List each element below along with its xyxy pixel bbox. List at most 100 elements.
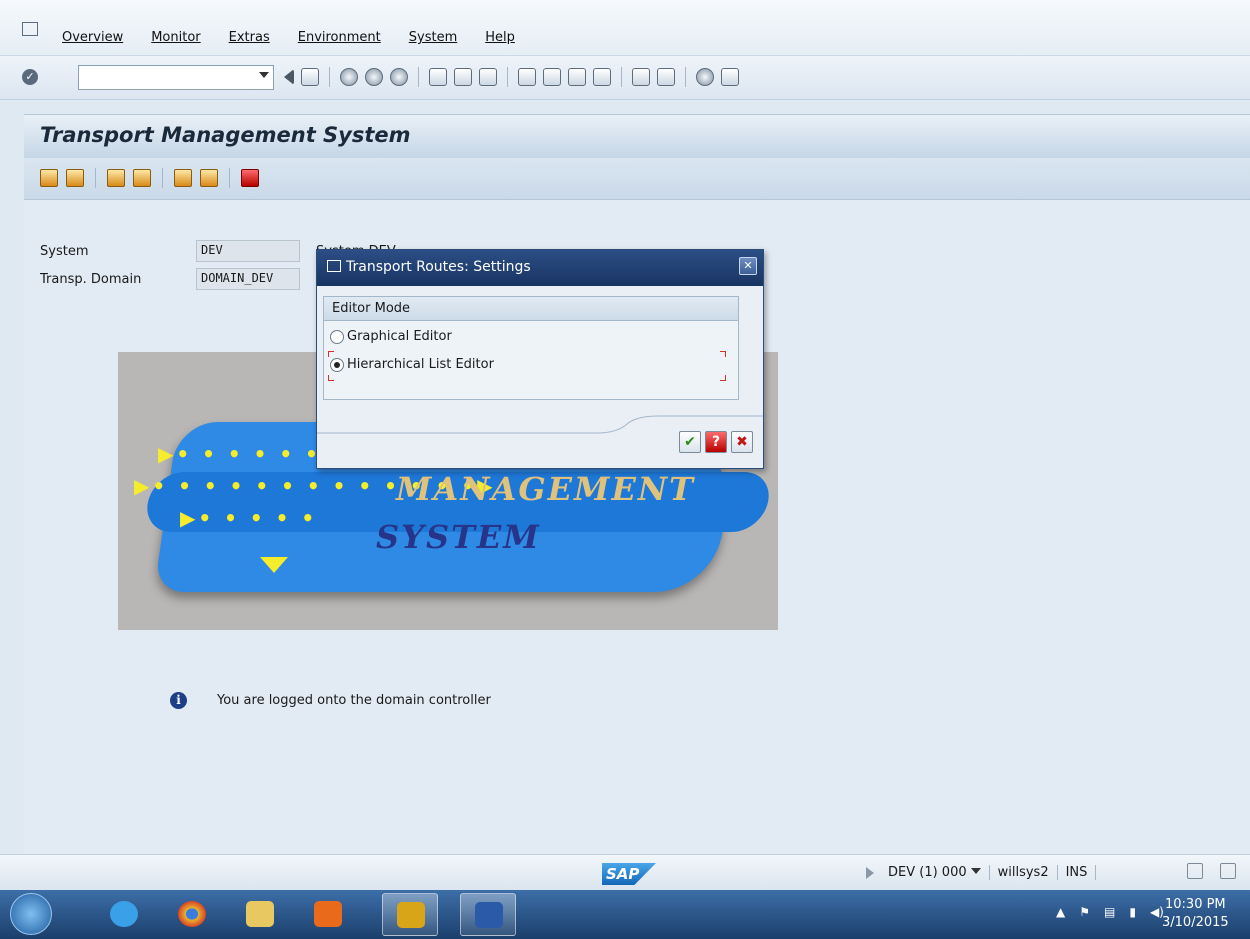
folder-icon [246, 901, 274, 927]
menu-monitor[interactable]: Monitor [151, 30, 200, 45]
logo-word-management: MANAGEMENT [396, 470, 695, 508]
taskbar-internet-explorer[interactable] [96, 893, 152, 936]
find-next-icon[interactable] [479, 68, 497, 86]
logo-down-arrow [260, 557, 288, 573]
taskbar-word[interactable] [460, 893, 516, 936]
system-info: DEV (1) 000 willsys2 INS [866, 865, 1097, 880]
editor-mode-title: Editor Mode [324, 297, 738, 321]
logo-word-system: SYSTEM [376, 518, 541, 556]
transport-routes-icon[interactable] [133, 169, 151, 187]
clock-date: 3/10/2015 [1162, 915, 1229, 930]
toolbar-separator [418, 67, 419, 87]
radio-button-selected[interactable] [330, 357, 344, 372]
help-icon[interactable] [696, 68, 714, 86]
editor-mode-group: Editor Mode Graphical Editor Hierarchica… [323, 296, 739, 400]
confirm-button[interactable]: ✔ [679, 431, 701, 453]
back-triangle-icon[interactable] [284, 69, 294, 85]
first-page-icon[interactable] [518, 68, 536, 86]
toolbar-separator [95, 168, 96, 188]
menu-bar: Overview Monitor Extras Environment Syst… [0, 0, 1250, 56]
title-bar: Transport Management System [24, 114, 1250, 158]
status-bar: SAP DEV (1) 000 willsys2 INS [0, 854, 1250, 890]
menu-system[interactable]: System [409, 30, 457, 45]
chevron-down-icon[interactable] [970, 868, 981, 874]
system-overview-icon[interactable] [107, 169, 125, 187]
action-center-icon[interactable]: ⚑ [1079, 905, 1090, 919]
menu-extras[interactable]: Extras [229, 30, 270, 45]
menu-overview[interactable]: Overview [62, 30, 123, 45]
focus-corner [720, 375, 726, 381]
menu-help[interactable]: Help [485, 30, 515, 45]
signal-icon[interactable]: ▮ [1129, 905, 1136, 919]
system-client[interactable]: DEV (1) 000 [880, 865, 990, 880]
enter-icon[interactable]: ✓ [22, 69, 38, 85]
dialog-header: Transport Routes: Settings ✕ [317, 250, 763, 286]
lock-icon[interactable] [1220, 863, 1236, 879]
toolbar-separator [685, 67, 686, 87]
show-hidden-icons-icon[interactable]: ▲ [1056, 905, 1065, 919]
word-icon [475, 902, 503, 928]
command-input[interactable] [79, 66, 249, 89]
radio-hierarchical-label: Hierarchical List Editor [347, 357, 494, 372]
toolbar-separator [507, 67, 508, 87]
radio-graphical-editor[interactable]: Graphical Editor [330, 329, 452, 344]
import-overview-icon[interactable] [66, 169, 84, 187]
print-icon[interactable] [429, 68, 447, 86]
application-toolbar-icons [40, 168, 259, 188]
media-player-icon [314, 901, 342, 927]
application-toolbar [24, 158, 1250, 200]
taskbar-chrome[interactable] [164, 893, 220, 936]
logo-arrow-dots: ▶• • • • • [180, 506, 318, 530]
start-button[interactable] [10, 893, 52, 935]
domain-label: Transp. Domain [40, 272, 142, 287]
sap-logon-icon [397, 902, 425, 928]
qa-worklist-icon[interactable] [200, 169, 218, 187]
toolbar-separator [162, 168, 163, 188]
info-icon: i [170, 692, 187, 709]
save-icon[interactable] [301, 68, 319, 86]
performance-icon[interactable] [1187, 863, 1203, 879]
radio-button[interactable] [330, 329, 344, 344]
expand-status-icon[interactable] [866, 866, 874, 879]
page-title: Transport Management System [40, 123, 411, 147]
dialog-close-button[interactable]: ✕ [739, 257, 757, 275]
radio-hierarchical-list-editor[interactable]: Hierarchical List Editor [330, 357, 494, 372]
standard-toolbar: ✓ [0, 56, 1250, 100]
internet-explorer-icon [110, 901, 138, 927]
menu-environment[interactable]: Environment [298, 30, 381, 45]
new-session-icon[interactable] [632, 68, 650, 86]
cancel-button[interactable]: ✖ [731, 431, 753, 453]
sap-logo: SAP [602, 863, 656, 885]
layout-menu-icon[interactable] [721, 68, 739, 86]
taskbar-media-player[interactable] [300, 893, 356, 936]
transport-routes-settings-dialog: Transport Routes: Settings ✕ Editor Mode… [316, 249, 764, 469]
exit-icon[interactable] [365, 68, 383, 86]
information-help-icon[interactable] [241, 169, 259, 187]
next-page-icon[interactable] [568, 68, 586, 86]
find-icon[interactable] [454, 68, 472, 86]
previous-page-icon[interactable] [543, 68, 561, 86]
menu-window-icon[interactable] [22, 22, 38, 36]
toolbar-separator [329, 67, 330, 87]
toolbar-separator [229, 168, 230, 188]
alert-monitor-icon[interactable] [174, 169, 192, 187]
taskbar-sap-logon[interactable] [382, 893, 438, 936]
clock[interactable]: 10:30 PM 3/10/2015 [1162, 896, 1229, 932]
taskbar-file-explorer[interactable] [232, 893, 288, 936]
info-message: You are logged onto the domain controlle… [217, 693, 491, 708]
cancel-icon[interactable] [390, 68, 408, 86]
host-name: willsys2 [990, 865, 1058, 880]
transport-truck-icon[interactable] [40, 169, 58, 187]
shortcut-icon[interactable] [657, 68, 675, 86]
network-icon[interactable]: ▤ [1104, 905, 1115, 919]
chevron-down-icon[interactable] [259, 72, 269, 78]
dialog-title: Transport Routes: Settings [346, 259, 531, 275]
help-button[interactable]: ? [705, 431, 727, 453]
system-tray: ▲ ⚑ ▤ ▮ ◀) [1056, 905, 1164, 919]
back-icon[interactable] [340, 68, 358, 86]
command-field[interactable] [78, 65, 274, 90]
toolbar-separator [621, 67, 622, 87]
focus-corner [328, 375, 334, 381]
last-page-icon[interactable] [593, 68, 611, 86]
dialog-window-icon [327, 260, 341, 272]
